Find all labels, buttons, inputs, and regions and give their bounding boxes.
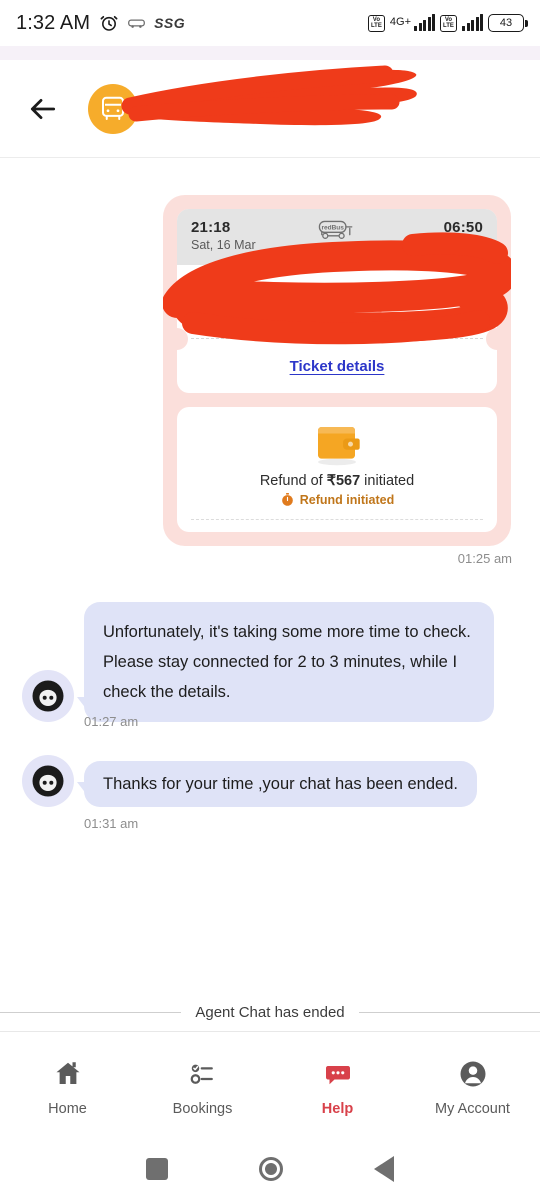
chat-ended-divider: Agent Chat has ended [0,1004,540,1021]
alarm-clock-icon [100,15,118,31]
agent-message-time-1: 01:27 am [84,714,139,729]
volte-bottom-text-2: LTE [443,23,454,29]
nav-label-help: Help [321,1100,354,1117]
nav-item-bookings[interactable]: Bookings [135,1032,270,1137]
ticket-card[interactable]: 21:18 Sat, 16 Mar redBus Cancelled 06:50… [177,209,497,393]
ticket-details-link[interactable]: Ticket details [290,358,385,375]
divider-line-left [0,1012,182,1013]
refund-card: Refund of ₹567 initiated Refund initiate… [177,407,497,532]
ticket-card-header: 21:18 Sat, 16 Mar redBus Cancelled 06:50… [177,209,497,265]
volte-icon-sim1: Vo LTE [367,14,385,32]
card-timestamp: 01:25 am [457,551,512,566]
bottom-navigation: Home Bookings Help My Account [0,1031,540,1137]
brand-bus-avatar [88,83,138,134]
home-circle-icon[interactable] [258,1156,283,1181]
status-bar-right: Vo LTE 4G+ Vo LTE 43 [367,14,528,32]
agent-message-time-2: 01:31 am [84,816,139,831]
back-arrow-icon [30,98,56,119]
agent-avatar-icon [32,765,64,797]
help-chat-icon [325,1065,350,1084]
stopwatch-icon [281,493,293,506]
operator-block: redBus Cancelled [309,219,362,256]
account-icon [460,1061,485,1086]
booking-status: Cancelled [308,242,362,256]
back-button[interactable] [20,86,66,132]
nav-item-help[interactable]: Help [270,1032,405,1137]
signal-bars-sim2 [462,14,483,31]
ticket-route-details-redacted [177,265,497,350]
departure-block: 21:18 Sat, 16 Mar [191,219,256,252]
agent-message-row-2: Thanks for your time ,your chat has been… [22,755,477,807]
refund-dashed-separator [191,519,483,520]
nav-label-home: Home [48,1100,87,1117]
agent-avatar-1 [22,670,74,722]
app-header [0,60,540,158]
agent-avatar-2 [22,755,74,807]
header-tint-strip [0,46,540,60]
agent-message-bubble-2: Thanks for your time ,your chat has been… [77,761,477,807]
status-bar: 1:32 AM SSG Vo LTE 4G+ Vo LTE 43 [0,0,540,46]
wallet-icon [318,427,360,466]
refund-status-badge: Refund initiated [280,492,394,507]
nav-label-my-account: My Account [435,1100,510,1117]
chat-ended-label: Agent Chat has ended [195,1004,345,1021]
status-bar-left: 1:32 AM SSG [16,12,185,35]
phone-screen: 1:32 AM SSG Vo LTE 4G+ Vo LTE 43 21:18 S… [0,0,540,1200]
agent-message-bubble-1: Unfortunately, it's taking some more tim… [77,602,494,722]
nav-item-home[interactable]: Home [0,1032,135,1137]
arrival-date: Sun, 17 Mar [414,238,483,252]
volte-bottom-text: LTE [370,23,382,29]
carrier-tag: SSG [154,15,186,31]
recents-square-icon[interactable] [145,1157,168,1180]
svg-text:redBus: redBus [322,225,345,232]
status-time: 1:32 AM [16,11,91,34]
nav-label-bookings: Bookings [172,1100,233,1117]
home-icon [56,1061,79,1084]
arrival-time: 06:50 [443,219,483,236]
system-navigation-bar [0,1137,540,1200]
refund-text-prefix: Refund of [259,473,327,489]
departure-date: Sat, 16 Mar [191,238,256,252]
nav-item-my-account[interactable]: My Account [405,1032,540,1137]
refund-amount: ₹567 [326,473,361,489]
refund-summary-line: Refund of ₹567 initiated [260,473,414,489]
volte-icon-sim2: Vo LTE [440,14,457,32]
agent-message-row-1: Unfortunately, it's taking some more tim… [22,602,494,722]
network-label: 4G+ [389,16,411,28]
bus-icon [102,96,124,120]
car-icon [128,19,146,28]
redbus-logo-icon: redBus [319,220,353,239]
refund-badge-label: Refund initiated [299,492,395,507]
back-triangle-icon[interactable] [374,1155,395,1182]
divider-line-right [358,1012,540,1013]
ticket-card-footer: Ticket details [177,339,497,393]
refund-text-suffix: initiated [360,473,415,489]
departure-time: 21:18 [191,219,231,236]
battery-indicator: 43 [488,14,528,32]
booking-card-wrapper: 21:18 Sat, 16 Mar redBus Cancelled 06:50… [163,195,511,546]
agent-avatar-icon [32,680,64,712]
ticket-dashed-separator [191,338,483,339]
arrival-block: 06:50 Sun, 17 Mar [415,219,483,252]
bookings-icon [190,1064,213,1084]
chat-scroll-area[interactable]: 21:18 Sat, 16 Mar redBus Cancelled 06:50… [0,159,540,1031]
signal-bars-sim1 [414,14,435,31]
